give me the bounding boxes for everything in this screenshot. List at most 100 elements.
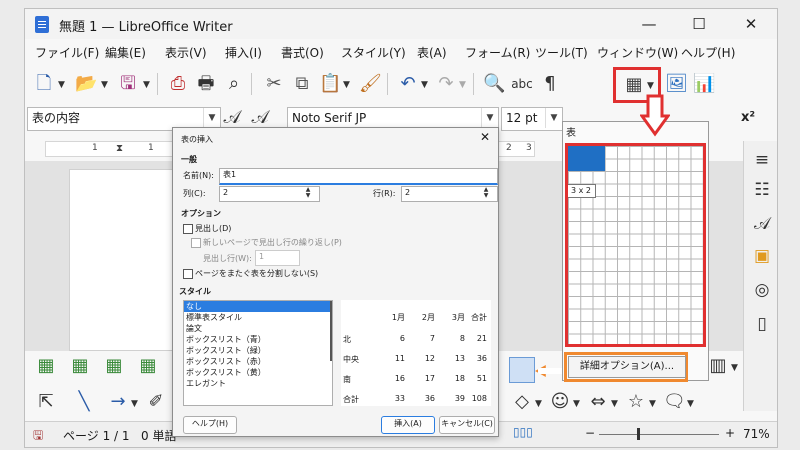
chevron-down-icon[interactable]: ▼ [545, 108, 562, 128]
zoom-in-icon[interactable]: + [725, 426, 735, 440]
chevron-down-icon[interactable]: ▼ [481, 108, 498, 128]
style-list-scrollbar[interactable] [330, 301, 332, 361]
spin-arrows-icon[interactable]: ▲ ▼ [303, 187, 313, 199]
menu-view[interactable]: 表示(V) [165, 44, 207, 61]
view-layout-icon[interactable]: ▯▯▯ [513, 425, 533, 439]
style-item[interactable]: ボックスリスト（黄） [184, 367, 332, 378]
callout-shape-icon[interactable]: 🗨 [663, 391, 686, 413]
table-style-list[interactable]: なし 標準表スタイル 論文 ボックスリスト（青） ボックスリスト（緑） ボックス… [183, 300, 333, 406]
chevron-down-icon[interactable]: ▼ [535, 399, 542, 409]
new-document-icon[interactable]: 🗋 [33, 73, 55, 95]
font-size-combo[interactable]: 12 pt ▼ [501, 107, 563, 131]
align-button[interactable] [509, 357, 535, 383]
heading-checkbox[interactable] [183, 224, 193, 234]
chevron-down-icon[interactable]: ▼ [731, 363, 738, 373]
chevron-down-icon[interactable]: ▼ [58, 80, 65, 90]
chevron-down-icon[interactable]: ▼ [131, 399, 138, 409]
zoom-level[interactable]: 71% [743, 427, 770, 441]
help-button[interactable]: ヘルプ(H) [183, 416, 237, 434]
menu-form[interactable]: フォーム(R) [465, 44, 530, 61]
menu-insert[interactable]: 挿入(I) [225, 44, 262, 61]
print-icon[interactable]: 🖶 [195, 73, 217, 95]
insert-table-icon[interactable]: ▦ [623, 74, 645, 96]
table-style-icon[interactable]: ▦ [69, 355, 91, 377]
chevron-down-icon[interactable]: ▼ [459, 80, 466, 90]
arrow-line-icon[interactable]: → [107, 391, 129, 413]
menu-file[interactable]: ファイル(F) [35, 44, 99, 61]
find-replace-icon[interactable]: 🔍 [483, 73, 505, 95]
table-style-icon[interactable]: ▦ [137, 355, 159, 377]
open-folder-icon[interactable]: 📂 [75, 73, 97, 95]
menu-tools[interactable]: ツール(T) [535, 44, 588, 61]
star-shape-icon[interactable]: ☆ [625, 391, 647, 413]
chevron-down-icon[interactable]: ▼ [343, 80, 350, 90]
menu-table[interactable]: 表(A) [417, 44, 447, 61]
redo-icon[interactable]: ↷ [435, 73, 457, 95]
double-arrow-shape-icon[interactable]: ⇔ [587, 391, 609, 413]
menu-window[interactable]: ウィンドウ(W) [597, 44, 678, 61]
superscript-button[interactable]: x² [737, 107, 759, 129]
borders-icon[interactable]: ▥ [707, 355, 729, 377]
style-item[interactable]: ボックスリスト（青） [184, 334, 332, 345]
page-icon[interactable]: ▯ [751, 313, 773, 335]
update-style-icon[interactable]: 𝒜 [221, 107, 243, 129]
style-item[interactable]: ボックスリスト（緑） [184, 345, 332, 356]
gallery-icon[interactable]: ▣ [751, 245, 773, 267]
page-count[interactable]: ページ 1 / 1 [63, 427, 130, 444]
document-page[interactable] [69, 169, 189, 351]
spin-arrows-icon[interactable]: ▲ ▼ [481, 187, 491, 199]
diamond-shape-icon[interactable]: ◇ [511, 391, 533, 413]
heading-rows-spinbox[interactable]: 1 [255, 250, 300, 266]
repeat-heading-checkbox[interactable] [191, 238, 201, 248]
more-options-button[interactable]: 詳細オプション(A)... [568, 356, 686, 378]
indent-marker-icon[interactable]: ⧗ [116, 143, 123, 154]
chevron-down-icon[interactable]: ▼ [611, 399, 618, 409]
chevron-down-icon[interactable]: ▼ [687, 399, 694, 409]
paste-icon[interactable]: 📋 [319, 73, 341, 95]
style-item[interactable]: 論文 [184, 323, 332, 334]
properties-icon[interactable]: ☷ [751, 179, 773, 201]
minimize-button[interactable]: — [633, 13, 665, 35]
style-item[interactable]: ボックスリスト（赤） [184, 356, 332, 367]
spelling-icon[interactable]: abc [511, 73, 533, 95]
formatting-marks-icon[interactable]: ¶ [539, 73, 561, 95]
insert-chart-icon[interactable]: 📊 [693, 73, 715, 95]
menu-format[interactable]: 書式(O) [281, 44, 324, 61]
undo-icon[interactable]: ↶ [397, 73, 419, 95]
table-name-input[interactable]: 表1 [219, 168, 498, 185]
line-icon[interactable]: ╲ [73, 391, 95, 413]
copy-icon[interactable]: ⧉ [291, 73, 313, 95]
dialog-close-icon[interactable]: ✕ [480, 130, 490, 144]
clone-formatting-icon[interactable]: 🖌 [359, 73, 382, 95]
style-item[interactable]: 標準表スタイル [184, 312, 332, 323]
navigator-icon[interactable]: ◎ [751, 279, 773, 301]
cancel-button[interactable]: キャンセル(C) [439, 416, 495, 434]
chevron-down-icon[interactable]: ▼ [203, 108, 220, 128]
chevron-down-icon[interactable]: ▼ [647, 81, 654, 91]
smiley-shape-icon[interactable]: ☺ [549, 391, 571, 413]
export-pdf-icon[interactable]: ⎙ [167, 73, 189, 95]
menu-styles[interactable]: スタイル(Y) [341, 44, 406, 61]
curve-icon[interactable]: ✐ [145, 391, 167, 413]
insert-button[interactable]: 挿入(A) [381, 416, 435, 434]
sidebar-menu-icon[interactable]: ≡ [751, 149, 773, 171]
table-style-icon[interactable]: ▦ [35, 355, 57, 377]
chevron-down-icon[interactable]: ▼ [649, 399, 656, 409]
table-style-icon[interactable]: ▦ [103, 355, 125, 377]
chevron-down-icon[interactable]: ▼ [101, 80, 108, 90]
maximize-button[interactable]: ☐ [683, 13, 715, 35]
cut-icon[interactable]: ✂ [263, 73, 285, 95]
new-style-icon[interactable]: 𝒜 [249, 107, 271, 129]
print-preview-icon[interactable]: ⌕ [223, 73, 245, 95]
styles-icon[interactable]: 𝒜 [751, 213, 773, 235]
menu-help[interactable]: ヘルプ(H) [681, 44, 735, 61]
style-item[interactable]: なし [184, 301, 332, 312]
insert-image-icon[interactable]: 🖼 [665, 73, 688, 95]
style-item[interactable]: エレガント [184, 378, 332, 389]
zoom-out-icon[interactable]: − [585, 426, 595, 440]
no-split-checkbox[interactable] [183, 269, 193, 279]
close-button[interactable]: ✕ [735, 13, 767, 35]
zoom-slider-thumb[interactable] [637, 428, 640, 440]
chevron-down-icon[interactable]: ▼ [421, 80, 428, 90]
select-pointer-icon[interactable]: ⇱ [35, 391, 57, 413]
